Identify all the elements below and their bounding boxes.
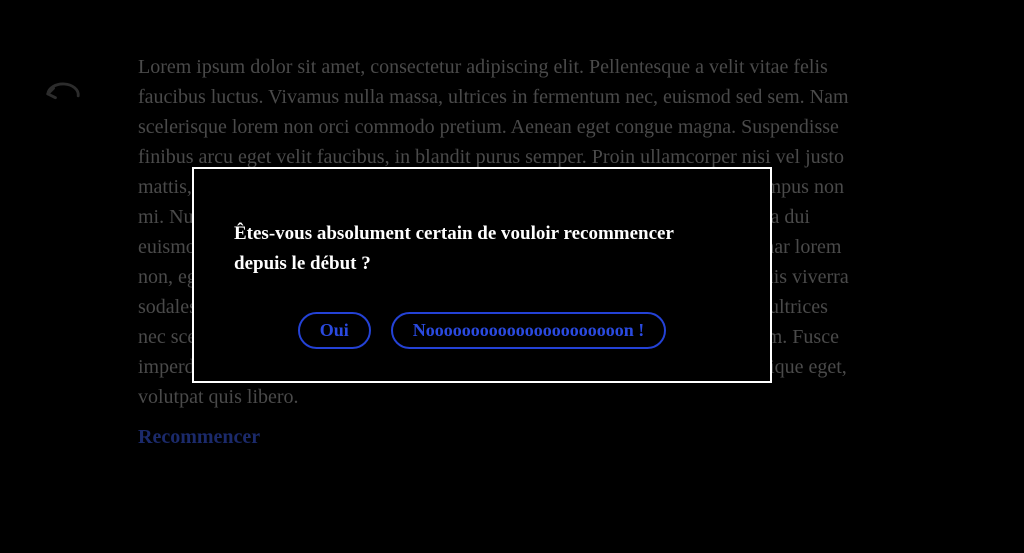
- undo-icon[interactable]: [44, 80, 82, 104]
- confirm-yes-button[interactable]: Oui: [298, 312, 371, 350]
- confirm-restart-dialog: Êtes-vous absolument certain de vouloir …: [192, 167, 772, 383]
- dialog-question: Êtes-vous absolument certain de vouloir …: [234, 219, 730, 280]
- dialog-button-row: Oui Noooooooooooooooooooooon !: [234, 312, 730, 350]
- confirm-no-button[interactable]: Noooooooooooooooooooooon !: [391, 312, 667, 350]
- restart-link[interactable]: Recommencer: [138, 422, 858, 452]
